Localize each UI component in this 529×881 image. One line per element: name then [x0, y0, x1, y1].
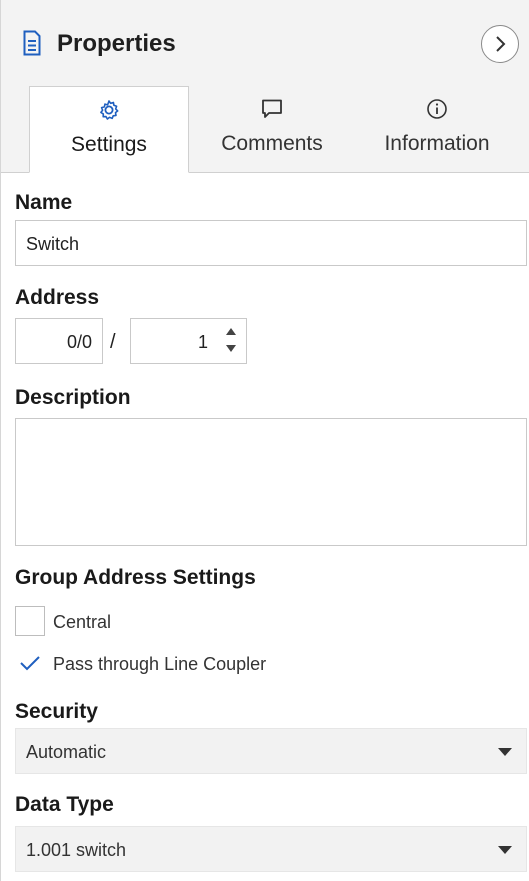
- security-value: Automatic: [26, 742, 107, 762]
- address-separator: /: [110, 331, 116, 353]
- pass-through-checkbox[interactable]: [15, 648, 45, 678]
- caret-down-icon: [498, 846, 512, 854]
- security-select[interactable]: Automatic: [15, 728, 527, 774]
- data-type-label: Data Type: [15, 793, 114, 816]
- address-sub-value: 1: [197, 332, 208, 352]
- spinner-arrows-icon[interactable]: [224, 325, 238, 355]
- data-type-select[interactable]: 1.001 switch: [15, 826, 527, 872]
- address-label: Address: [15, 286, 100, 309]
- description-label: Description: [15, 386, 131, 409]
- data-type-value: 1.001 switch: [26, 840, 127, 860]
- chevron-right-icon: [496, 36, 506, 52]
- description-textarea[interactable]: [15, 418, 527, 546]
- central-label: Central: [53, 612, 112, 632]
- comment-icon: [262, 99, 282, 118]
- document-icon: [23, 30, 41, 56]
- name-label: Name: [15, 191, 73, 214]
- tab-comments-label: Comments: [221, 132, 323, 155]
- address-main-input[interactable]: 0/0: [15, 318, 103, 364]
- panel-header: Properties: [1, 0, 529, 86]
- properties-panel: Properties Settings Comments Information…: [0, 0, 529, 881]
- collapse-panel-button[interactable]: [481, 25, 519, 63]
- tab-comments[interactable]: Comments: [201, 86, 343, 172]
- caret-down-icon: [498, 748, 512, 756]
- gear-icon: [100, 100, 119, 120]
- address-sub-input[interactable]: 1: [130, 318, 247, 364]
- group-settings-label: Group Address Settings: [15, 566, 256, 589]
- tab-settings[interactable]: Settings: [29, 86, 189, 173]
- pass-through-label: Pass through Line Coupler: [53, 654, 267, 674]
- tab-bar: Settings Comments Information: [1, 86, 529, 173]
- address-main-value: 0/0: [66, 332, 92, 352]
- tab-information-label: Information: [384, 132, 490, 155]
- tab-settings-label: Settings: [71, 133, 147, 156]
- tab-information[interactable]: Information: [357, 86, 517, 172]
- name-value: Switch: [26, 234, 80, 254]
- security-label: Security: [15, 700, 98, 723]
- name-input[interactable]: Switch: [15, 220, 527, 266]
- checkmark-icon: [20, 656, 40, 671]
- info-icon: [427, 99, 447, 119]
- panel-title: Properties: [57, 30, 176, 57]
- central-checkbox[interactable]: [15, 606, 45, 636]
